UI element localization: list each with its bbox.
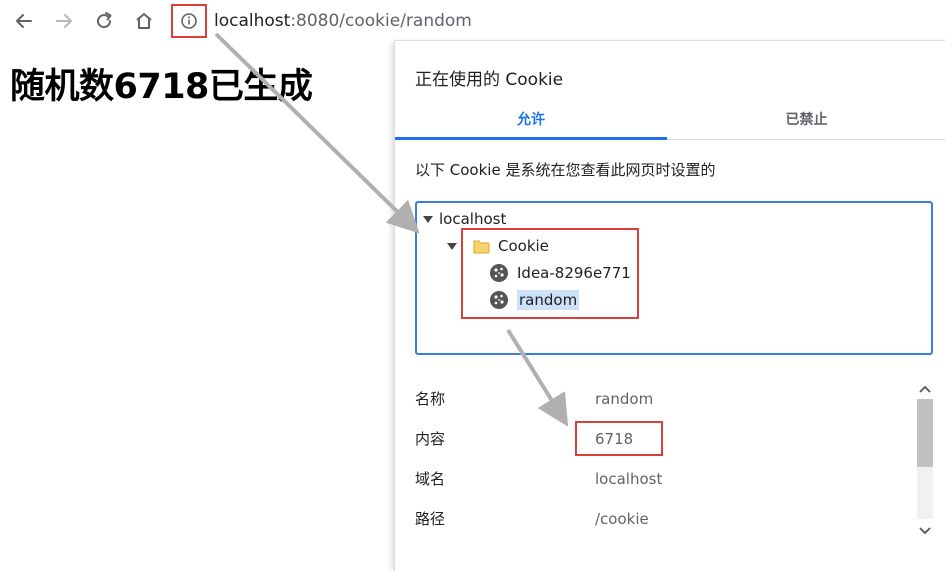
tree-site-label: localhost — [439, 210, 507, 228]
detail-label: 域名 — [415, 470, 446, 488]
details-scrollbar[interactable] — [915, 379, 935, 539]
scroll-thumb[interactable] — [917, 399, 933, 467]
expand-triangle-icon[interactable] — [423, 215, 433, 223]
detail-value: /cookie — [595, 510, 649, 528]
cookies-in-use-dialog: 正在使用的 Cookie 允许 已禁止 以下 Cookie 是系统在您查看此网页… — [394, 40, 945, 571]
back-button[interactable] — [9, 6, 39, 36]
detail-label: 内容 — [415, 430, 446, 448]
back-arrow-icon — [16, 14, 32, 28]
detail-value: localhost — [595, 470, 663, 488]
url-path: :8080/cookie/random — [290, 11, 472, 31]
tab-allowed[interactable]: 允许 — [395, 103, 667, 140]
home-icon — [136, 13, 152, 29]
dialog-title: 正在使用的 Cookie — [415, 70, 564, 90]
expand-triangle-icon[interactable] — [447, 242, 457, 250]
address-bar-url[interactable]: localhost:8080/cookie/random — [214, 9, 472, 33]
scroll-down-icon[interactable] — [915, 523, 935, 537]
reload-icon — [97, 12, 112, 29]
scroll-up-icon[interactable] — [915, 383, 935, 397]
detail-value: random — [595, 390, 654, 408]
home-button[interactable] — [129, 6, 159, 36]
annotation-highlight-value — [575, 421, 663, 456]
reload-button[interactable] — [89, 6, 119, 36]
cookie-description: 以下 Cookie 是系统在您查看此网页时设置的 — [415, 161, 716, 179]
site-info-button[interactable] — [171, 4, 207, 38]
page-heading: 随机数6718已生成 — [10, 67, 313, 107]
info-icon — [181, 13, 197, 29]
detail-label: 名称 — [415, 390, 446, 408]
annotation-highlight-cookies — [461, 228, 639, 319]
browser-toolbar: localhost:8080/cookie/random — [0, 0, 945, 42]
cookie-tabs: 允许 已禁止 — [395, 103, 945, 140]
forward-button[interactable] — [49, 6, 79, 36]
url-host: localhost — [214, 11, 291, 31]
tab-blocked[interactable]: 已禁止 — [667, 103, 945, 137]
forward-arrow-icon — [56, 14, 72, 28]
detail-label: 路径 — [415, 510, 446, 528]
